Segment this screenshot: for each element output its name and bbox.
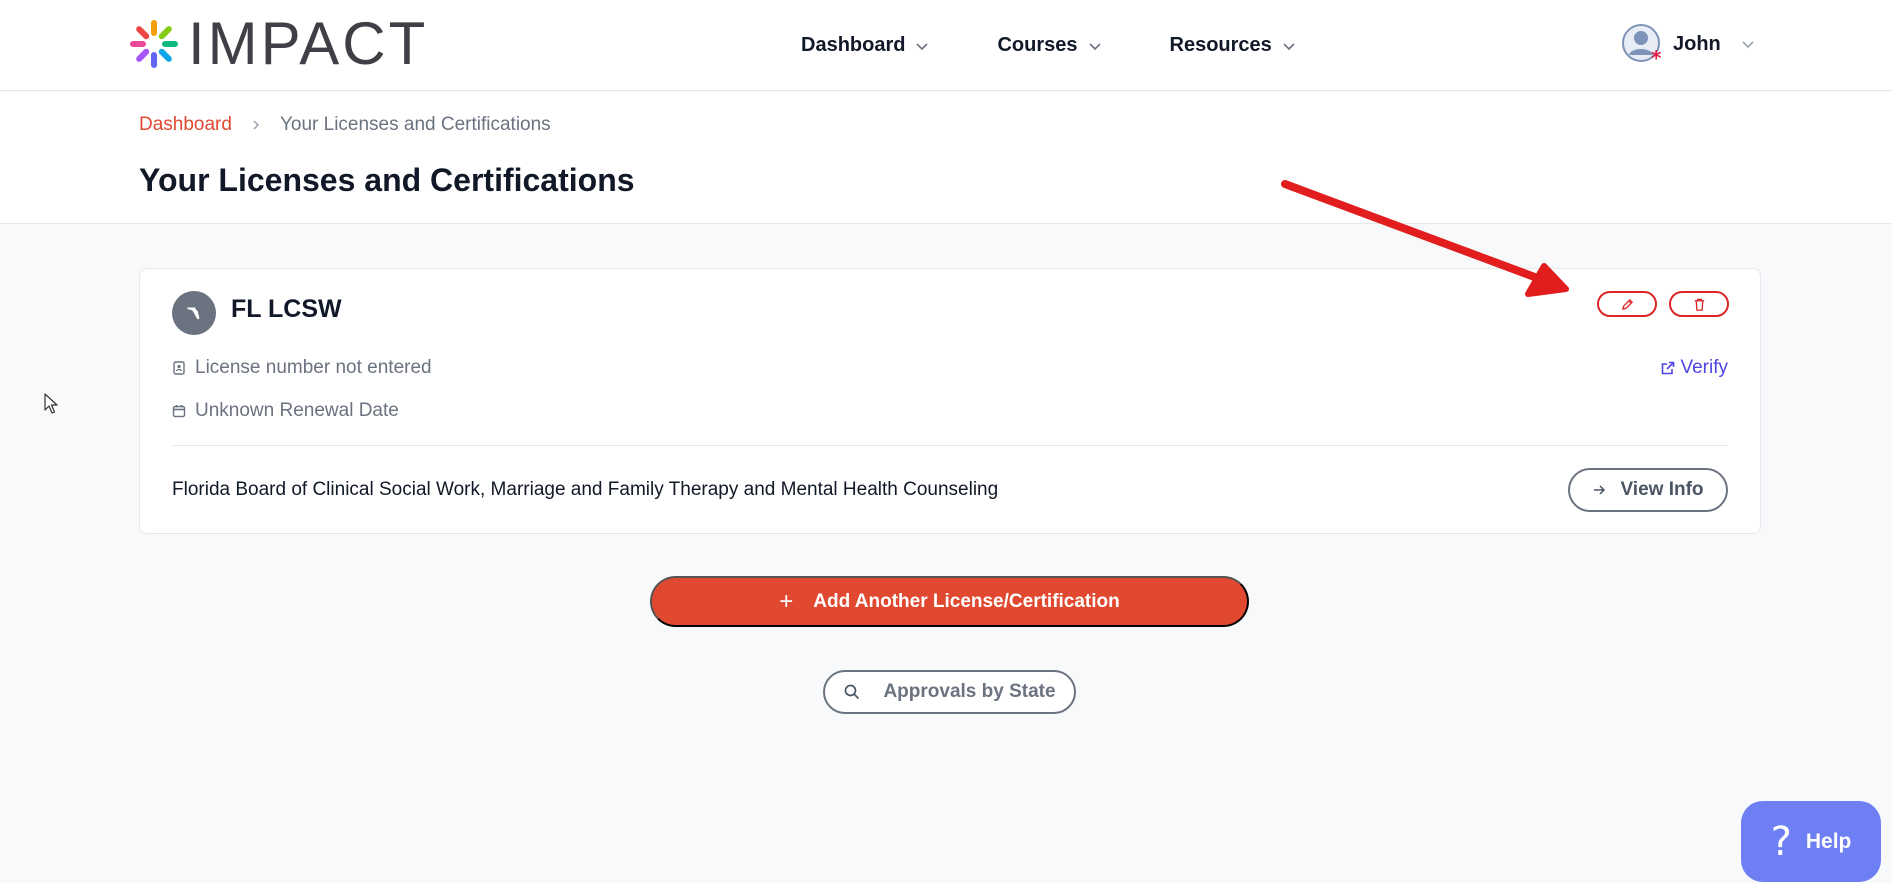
edit-license-button[interactable] <box>1597 291 1657 317</box>
impact-logo[interactable]: IMPACT <box>128 10 429 77</box>
verify-link[interactable]: Verify <box>1660 357 1728 379</box>
renewal-date-text: Unknown Renewal Date <box>195 400 399 421</box>
impact-logo-icon <box>130 20 178 68</box>
page-title: Your Licenses and Certifications <box>139 162 635 198</box>
license-number-row: License number not entered <box>172 357 432 379</box>
calendar-icon <box>172 405 186 418</box>
nav-courses[interactable]: Courses <box>997 34 1101 57</box>
external-link-icon <box>1662 361 1675 375</box>
svg-text:*: * <box>1651 46 1662 65</box>
trash-icon <box>1694 298 1704 311</box>
nav-resources-label: Resources <box>1169 34 1272 56</box>
arrow-right-icon <box>1594 485 1606 495</box>
breadcrumb: Dashboard Your Licenses and Certificatio… <box>139 114 551 136</box>
licensing-board-name: Florida Board of Clinical Social Work, M… <box>172 479 999 500</box>
view-info-button[interactable]: View Info <box>1568 468 1728 512</box>
plus-icon: + <box>779 587 794 615</box>
card-divider <box>172 445 1728 446</box>
approvals-by-state-label: Approvals by State <box>883 681 1056 702</box>
top-navigation-bar: IMPACT Dashboard Courses Resources * Joh… <box>0 0 1892 91</box>
id-card-icon <box>173 361 185 375</box>
nav-dashboard[interactable]: Dashboard <box>801 34 929 57</box>
help-widget-button[interactable]: ? Help <box>1741 801 1881 882</box>
chevron-down-icon <box>1088 42 1101 50</box>
chevron-down-icon <box>916 42 929 50</box>
impact-logo-text: IMPACT <box>188 10 429 77</box>
avatar: * <box>1621 23 1663 70</box>
florida-state-icon <box>172 291 216 335</box>
chevron-down-icon <box>1283 42 1295 50</box>
pencil-icon <box>1621 298 1633 310</box>
license-card: FL LCSW License number not entered Unkno… <box>139 268 1761 534</box>
renewal-date-row: Unknown Renewal Date <box>172 400 399 422</box>
user-name: John <box>1673 32 1721 55</box>
help-label: Help <box>1805 829 1852 853</box>
main-nav: Dashboard Courses Resources <box>801 0 1364 91</box>
user-menu[interactable]: * John <box>1621 20 1755 70</box>
chevron-right-icon <box>253 120 260 130</box>
approvals-by-state-button[interactable]: Approvals by State <box>823 670 1076 714</box>
chevron-down-icon <box>1742 41 1754 49</box>
add-license-label: Add Another License/Certification <box>813 590 1120 612</box>
breadcrumb-current: Your Licenses and Certifications <box>279 114 551 135</box>
verify-label: Verify <box>1680 357 1728 378</box>
license-number-text: License number not entered <box>195 357 432 378</box>
nav-resources[interactable]: Resources <box>1170 34 1296 57</box>
user-avatar-icon: * <box>1622 24 1662 70</box>
license-title: FL LCSW <box>231 295 342 323</box>
breadcrumb-dashboard-link[interactable]: Dashboard <box>139 114 232 136</box>
view-info-label: View Info <box>1620 479 1704 500</box>
page-header: Dashboard Your Licenses and Certificatio… <box>0 92 1892 224</box>
nav-dashboard-label: Dashboard <box>801 34 906 56</box>
search-icon <box>845 684 860 700</box>
add-license-button[interactable]: + Add Another License/Certification <box>650 576 1249 627</box>
question-icon: ? <box>1770 818 1792 865</box>
mouse-pointer-icon <box>44 393 58 414</box>
state-shape-icon <box>186 307 200 320</box>
delete-license-button[interactable] <box>1669 291 1729 317</box>
nav-courses-label: Courses <box>997 34 1078 56</box>
